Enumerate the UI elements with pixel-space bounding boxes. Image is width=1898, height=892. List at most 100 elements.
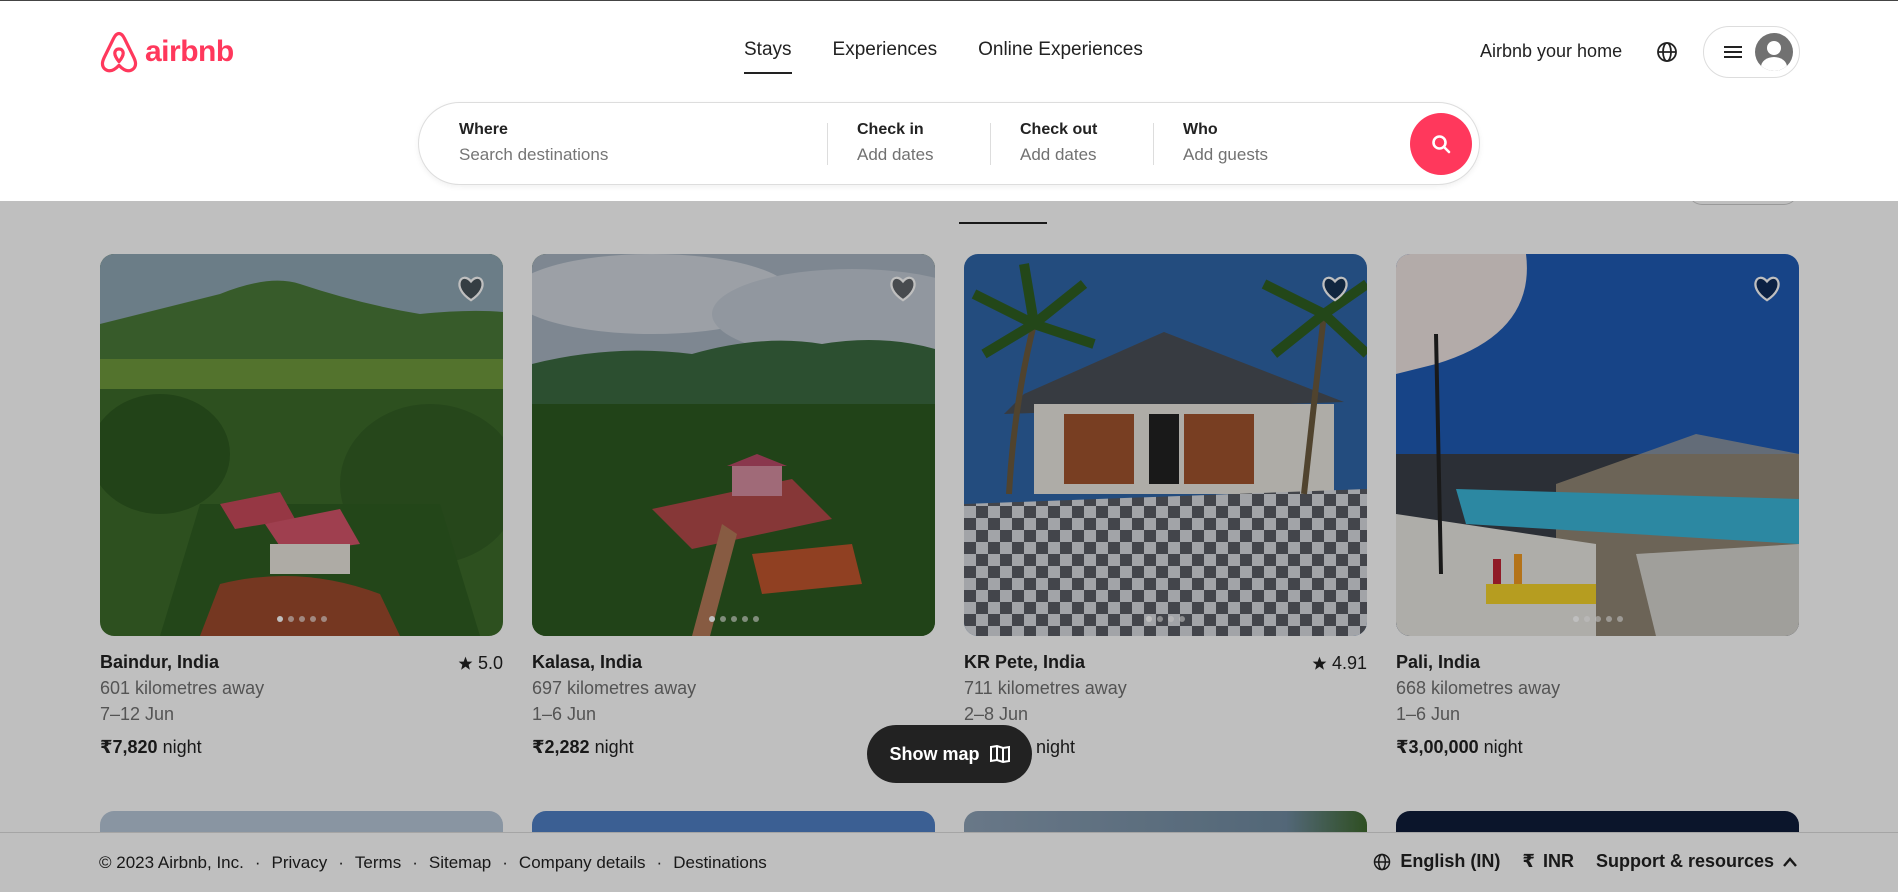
listing-price: ₹3,00,000 night [1396, 737, 1799, 758]
listing-distance: 601 kilometres away [100, 678, 265, 698]
footer-link-privacy[interactable]: Privacy [272, 853, 328, 873]
separator-dot: · [338, 853, 344, 872]
listing-dates: 1–6 Jun [532, 704, 597, 724]
top-header: airbnb Stays Experiences Online Experien… [0, 0, 1898, 201]
footer-link-company-details[interactable]: Company details [519, 853, 646, 873]
rating-value: 4.91 [1331, 653, 1367, 673]
currency-label: INR [1542, 851, 1574, 871]
brand-name: airbnb [145, 35, 234, 68]
listing-photo[interactable] [964, 254, 1367, 636]
support-label: Support & resources [1595, 851, 1774, 871]
pool-photo [1396, 254, 1799, 636]
heart-icon[interactable] [1752, 274, 1782, 302]
check-in-value: Add dates [857, 145, 934, 164]
search-divider [990, 123, 991, 165]
landscape-photo [100, 254, 503, 636]
airbnb-logo[interactable]: airbnb [99, 31, 234, 73]
show-map-label: Show map [889, 743, 980, 764]
show-map-button[interactable]: Show map [867, 725, 1032, 783]
landscape-photo [532, 254, 935, 636]
check-out-value: Add dates [1020, 145, 1097, 164]
support-resources-button[interactable]: Support & resources [1596, 851, 1798, 872]
check-out-section[interactable]: Check out Add dates [1020, 121, 1097, 165]
heart-icon[interactable] [1320, 274, 1350, 302]
listing-card[interactable]: Baindur, India 5.0 601 kilometres away 7… [100, 254, 503, 758]
rating-value: 5.0 [477, 653, 503, 673]
hamburger-icon [1724, 46, 1742, 58]
copyright-text: © 2023 Airbnb, Inc. [99, 853, 244, 872]
photo-carousel-dots[interactable] [1396, 616, 1799, 622]
who-value: Add guests [1183, 145, 1269, 164]
currency-selector[interactable]: ₹ INR [1522, 851, 1574, 872]
resort-photo [964, 254, 1367, 636]
language-label: English (IN) [1400, 851, 1501, 871]
search-button[interactable] [1410, 113, 1472, 175]
separator-dot: · [254, 853, 261, 872]
listings-grid: Baindur, India 5.0 601 kilometres away 7… [0, 191, 1898, 892]
photo-carousel-dots[interactable] [964, 616, 1367, 622]
search-divider [827, 123, 828, 165]
star-icon [1312, 656, 1327, 670]
globe-icon [1374, 853, 1391, 870]
category-tab-indicator [959, 222, 1047, 224]
price-unit: night [162, 737, 202, 757]
main-nav: Stays Experiences Online Experiences [744, 39, 1143, 74]
heart-icon[interactable] [456, 274, 486, 302]
tab-online-experiences[interactable]: Online Experiences [978, 39, 1143, 73]
price-amount: ₹7,820 [100, 737, 158, 757]
listing-location: Kalasa, India [532, 652, 643, 672]
listing-distance: 668 kilometres away [1396, 678, 1561, 698]
tab-experiences[interactable]: Experiences [833, 39, 938, 73]
footer-bar: © 2023 Airbnb, Inc. · Privacy · Terms · … [0, 832, 1898, 892]
listing-photo[interactable] [532, 254, 935, 636]
footer-link-destinations[interactable]: Destinations [673, 853, 767, 873]
listing-location: Baindur, India [100, 652, 220, 672]
listing-location: KR Pete, India [964, 652, 1086, 672]
listing-card[interactable]: Pali, India 668 kilometres away 1–6 Jun … [1396, 254, 1799, 758]
separator-dot: · [502, 853, 508, 872]
listing-dates: 2–8 Jun [964, 704, 1029, 724]
listing-dates: 1–6 Jun [1396, 704, 1461, 724]
globe-icon[interactable] [1655, 40, 1679, 64]
listing-photo[interactable] [100, 254, 503, 636]
check-in-label: Check in [857, 121, 924, 138]
check-out-label: Check out [1020, 121, 1098, 138]
separator-dot: · [656, 853, 663, 872]
chevron-up-icon [1783, 856, 1797, 867]
heart-icon[interactable] [888, 274, 918, 302]
listing-distance: 697 kilometres away [532, 678, 697, 698]
star-icon [458, 656, 473, 670]
footer-links: © 2023 Airbnb, Inc. · Privacy · Terms · … [99, 853, 767, 873]
listing-dates: 7–12 Jun [100, 704, 175, 724]
check-in-section[interactable]: Check in Add dates [857, 121, 934, 165]
listing-card[interactable]: KR Pete, India 4.91 711 kilometres away … [964, 254, 1367, 758]
listing-photo[interactable] [1396, 254, 1799, 636]
price-unit: night [594, 737, 634, 757]
photo-carousel-dots[interactable] [100, 616, 503, 622]
search-bar: Where Check in Add dates Check out Add d… [418, 102, 1480, 185]
price-amount: ₹2,282 [532, 737, 590, 757]
who-section[interactable]: Who Add guests [1183, 121, 1268, 165]
price-amount: ₹3,00,000 [1396, 737, 1479, 757]
separator-dot: · [412, 853, 418, 872]
language-selector[interactable]: English (IN) [1372, 851, 1500, 872]
map-icon [989, 745, 1010, 763]
listing-location: Pali, India [1396, 652, 1481, 672]
destination-search-input[interactable] [459, 145, 719, 165]
airbnb-your-home-link[interactable]: Airbnb your home [1480, 41, 1622, 62]
profile-menu-button[interactable] [1703, 26, 1800, 78]
photo-carousel-dots[interactable] [532, 616, 935, 622]
footer-link-sitemap[interactable]: Sitemap [429, 853, 491, 873]
tab-stays[interactable]: Stays [744, 39, 792, 74]
footer-settings: English (IN) ₹ INR Support & resources [1372, 851, 1798, 872]
listing-card[interactable]: Kalasa, India 697 kilometres away 1–6 Ju… [532, 254, 935, 758]
currency-symbol: ₹ [1522, 851, 1535, 871]
airbnb-logo-icon [100, 31, 138, 73]
who-label: Who [1183, 121, 1218, 138]
footer-link-terms[interactable]: Terms [355, 853, 401, 873]
where-section[interactable]: Where [459, 121, 719, 165]
listing-rating: 5.0 [458, 653, 503, 674]
price-unit: night [1483, 737, 1523, 757]
search-divider [1153, 123, 1154, 165]
user-avatar-icon [1755, 33, 1793, 71]
